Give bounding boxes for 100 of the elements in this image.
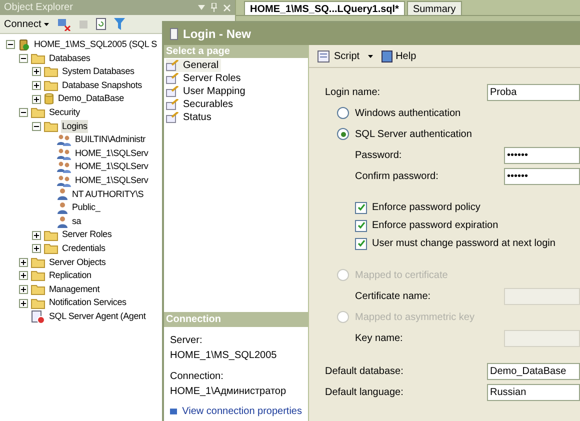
radio-button[interactable] xyxy=(337,107,349,119)
users-icon xyxy=(57,174,71,187)
expand-icon[interactable] xyxy=(32,67,41,76)
radio-label: Mapped to asymmetric key xyxy=(355,310,474,324)
collapse-icon[interactable] xyxy=(32,122,41,131)
folder-icon xyxy=(31,107,45,118)
field-label: Login name: xyxy=(325,86,382,100)
tree-item[interactable]: Database Snapshots xyxy=(61,78,143,92)
radio-label: SQL Server authentication xyxy=(355,128,472,142)
view-connection-link[interactable]: View connection properties xyxy=(182,404,302,419)
tree-item[interactable]: HOME_1\SQLServ xyxy=(74,160,150,174)
tree-item[interactable]: Security xyxy=(48,106,81,120)
panel-title: Object Explorer xyxy=(4,1,73,15)
tree-item[interactable]: HOME_1\SQLServ xyxy=(74,174,150,188)
expand-icon[interactable] xyxy=(19,298,28,308)
document-tab[interactable]: HOME_1\MS_SQ...LQuery1.sql* xyxy=(244,1,405,15)
folder-icon xyxy=(31,270,45,282)
refresh-icon[interactable] xyxy=(96,18,106,30)
input-field[interactable]: Proba xyxy=(487,84,580,100)
section-header: Select a page xyxy=(164,45,308,58)
field-label: Confirm password: xyxy=(354,170,440,184)
expand-icon[interactable] xyxy=(32,94,41,104)
connection-name: HOME_1\Администратор xyxy=(170,385,288,399)
input-field[interactable]: Demo_DataBase xyxy=(487,362,580,380)
tree-item[interactable]: HOME_1\SQLServ xyxy=(74,146,150,160)
expand-icon[interactable] xyxy=(19,284,28,294)
field-label: Default language: xyxy=(325,386,404,400)
page-item[interactable]: Server Roles xyxy=(166,72,243,85)
input-field[interactable]: Russian xyxy=(487,384,580,400)
field-label: Default database: xyxy=(325,364,404,378)
tree-item[interactable]: Databases xyxy=(48,52,92,66)
document-tab[interactable]: Summary xyxy=(406,1,462,15)
collapse-icon[interactable] xyxy=(6,40,15,50)
folder-icon xyxy=(44,120,58,132)
checkbox[interactable] xyxy=(355,220,367,232)
tree-item[interactable]: BUILTIN\Administr xyxy=(74,133,146,147)
expand-icon[interactable] xyxy=(32,230,41,240)
expand-icon[interactable] xyxy=(19,258,28,267)
input-field[interactable]: •••••• xyxy=(504,146,580,164)
radio-button[interactable] xyxy=(337,128,349,140)
expand-icon[interactable] xyxy=(19,271,28,280)
properties-icon xyxy=(170,407,178,416)
folder-icon xyxy=(44,230,58,241)
field-label: Password: xyxy=(354,148,403,162)
section-header: Connection xyxy=(164,312,308,327)
page-item[interactable]: Securables xyxy=(166,98,236,111)
folder-icon xyxy=(31,284,45,295)
disconnect-icon[interactable] xyxy=(57,18,72,30)
checkbox-label: Enforce password policy xyxy=(372,201,480,215)
connect-button[interactable]: Connect xyxy=(4,16,50,32)
radio-label: Mapped to certificate xyxy=(355,268,448,282)
folder-icon xyxy=(44,66,58,78)
dropdown-icon[interactable] xyxy=(368,54,373,58)
field-label: Key name: xyxy=(354,332,404,346)
page-icon xyxy=(166,112,179,123)
user-icon xyxy=(57,188,68,200)
checkbox[interactable] xyxy=(355,238,367,250)
document-icon xyxy=(170,28,178,40)
filter-icon[interactable] xyxy=(114,18,126,30)
help-icon xyxy=(380,50,393,62)
tree-item[interactable]: Replication xyxy=(48,269,92,283)
tree-item[interactable]: System Databases xyxy=(61,65,136,79)
page-item[interactable]: Status xyxy=(166,111,214,124)
page-item[interactable]: General xyxy=(166,59,221,72)
page-icon xyxy=(166,60,179,71)
checkbox[interactable] xyxy=(355,202,367,214)
user-icon xyxy=(57,202,68,214)
collapse-icon[interactable] xyxy=(19,108,28,118)
script-button[interactable]: Script xyxy=(317,48,360,64)
tree-item[interactable]: HOME_1\MS_SQL2005 (SQL S xyxy=(33,38,158,52)
input-field[interactable]: •••••• xyxy=(504,168,580,184)
tree-item[interactable]: Server Objects xyxy=(48,256,107,270)
help-button[interactable]: Help xyxy=(380,48,416,64)
folder-icon xyxy=(44,80,58,92)
collapse-icon[interactable] xyxy=(19,54,28,63)
folder-icon xyxy=(31,298,45,309)
agent-icon xyxy=(31,310,45,324)
expand-icon[interactable] xyxy=(32,244,41,254)
checkbox-label: Enforce password expiration xyxy=(372,219,498,233)
tree-item[interactable]: Notification Services xyxy=(48,296,128,310)
users-icon xyxy=(57,161,71,174)
checkbox-label: User must change password at next login xyxy=(372,237,556,251)
tree-item[interactable]: Public_ xyxy=(71,201,102,215)
tree-item[interactable]: Server Roles xyxy=(61,228,113,242)
folder-icon xyxy=(31,52,45,64)
tree-item[interactable]: Logins xyxy=(61,120,88,134)
server-icon xyxy=(18,38,30,51)
tree-item[interactable]: SQL Server Agent (Agent xyxy=(48,310,147,324)
tree-item[interactable]: Credentials xyxy=(61,242,106,256)
expand-icon[interactable] xyxy=(32,81,41,90)
tree-item[interactable]: NT AUTHORITY\S xyxy=(71,188,145,202)
page-item[interactable]: User Mapping xyxy=(166,85,248,98)
server-name: HOME_1\MS_SQL2005 xyxy=(170,349,278,363)
tree-item[interactable]: Demo_DataBase xyxy=(57,92,125,106)
dialog-title: Login - New xyxy=(183,26,251,43)
tree-item[interactable]: Management xyxy=(48,282,101,296)
tree-item[interactable]: sa xyxy=(71,214,82,228)
page-icon xyxy=(166,86,179,97)
field-label: Certificate name: xyxy=(354,290,432,304)
users-icon xyxy=(57,134,71,146)
